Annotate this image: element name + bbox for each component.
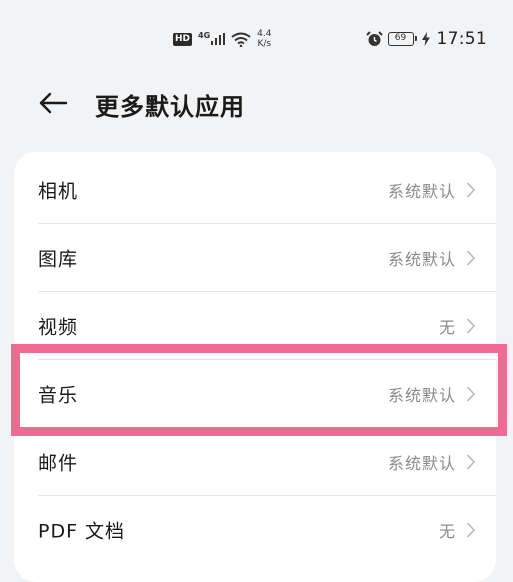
- chevron-right-icon: [467, 454, 475, 470]
- list-item-value: 无: [438, 318, 456, 337]
- signal-bars-icon: [211, 33, 226, 45]
- back-button[interactable]: [36, 86, 70, 120]
- list-item-value: 无: [438, 522, 456, 541]
- list-item-pdf-document[interactable]: PDF 文档 无: [14, 496, 496, 564]
- network-speed-value: 4.4: [257, 29, 272, 39]
- page-header: 更多默认应用: [0, 78, 513, 128]
- list-item-value: 系统默认: [387, 250, 456, 269]
- chevron-right-icon: [467, 386, 475, 402]
- list-item-value: 系统默认: [387, 454, 456, 473]
- arrow-left-icon: [39, 92, 68, 114]
- chevron-right-icon: [467, 250, 475, 266]
- list-item-email[interactable]: 邮件 系统默认: [14, 428, 496, 496]
- status-bar-indicators: HD 4G 4.4 K/s: [173, 26, 271, 52]
- battery-indicator: 69: [387, 32, 417, 46]
- list-item-label: PDF 文档: [38, 520, 126, 543]
- hd-badge: HD: [173, 32, 193, 46]
- list-item-value: 系统默认: [387, 386, 456, 405]
- list-item-label: 视频: [38, 316, 79, 339]
- page-title: 更多默认应用: [95, 93, 245, 121]
- list-item-gallery[interactable]: 图库 系统默认: [14, 224, 496, 292]
- chevron-right-icon: [467, 182, 475, 198]
- list-item-video[interactable]: 视频 无: [14, 292, 496, 360]
- charging-bolt-icon: [421, 32, 430, 46]
- status-bar: HD 4G 4.4 K/s 69 17:51: [0, 0, 513, 70]
- list-item-camera[interactable]: 相机 系统默认: [14, 156, 496, 224]
- network-speed-unit: K/s: [257, 39, 272, 49]
- network-speed: 4.4 K/s: [257, 29, 271, 49]
- list-item-music[interactable]: 音乐 系统默认: [14, 360, 496, 428]
- default-apps-list: 相机 系统默认 图库 系统默认 视频 无 音乐 系统默认 邮件 系统默认 PDF…: [14, 152, 496, 582]
- list-item-value: 系统默认: [387, 182, 456, 201]
- status-bar-right: 69 17:51: [365, 28, 488, 50]
- list-item-label: 相机: [38, 180, 79, 203]
- list-item-label: 音乐: [38, 384, 79, 407]
- wifi-icon: [231, 32, 251, 47]
- alarm-clock-icon: [365, 31, 383, 46]
- list-item-label: 图库: [38, 248, 79, 271]
- list-item-label: 邮件: [38, 452, 79, 475]
- cellular-signal: 4G: [198, 31, 226, 45]
- chevron-right-icon: [467, 522, 475, 538]
- status-time: 17:51: [436, 29, 487, 49]
- chevron-right-icon: [467, 318, 475, 334]
- network-type: 4G: [198, 31, 211, 40]
